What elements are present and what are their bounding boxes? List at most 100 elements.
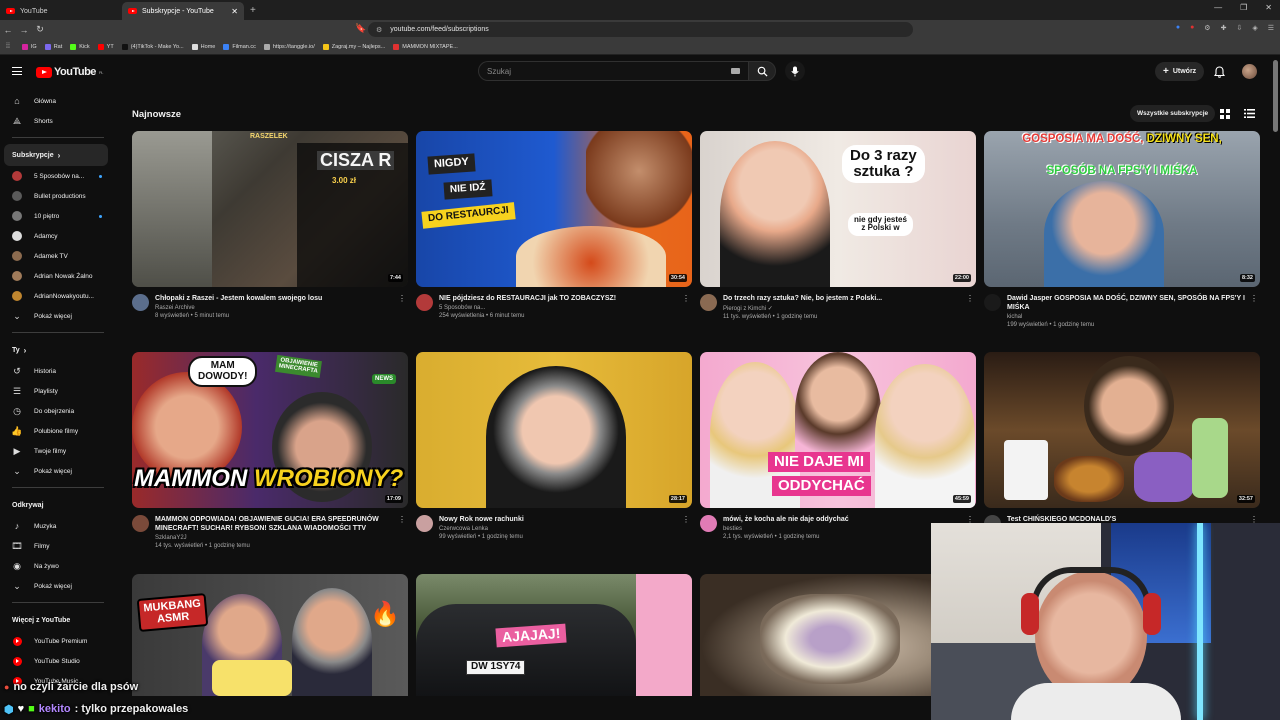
extensions-puzzle-icon[interactable]: ✚ xyxy=(1221,24,1227,32)
new-tab-button[interactable]: + xyxy=(250,5,256,16)
downloads-icon[interactable]: ⇩ xyxy=(1236,24,1242,32)
sidebar-item-shorts[interactable]: ⟁ Shorts xyxy=(0,111,116,131)
list-view-icon[interactable] xyxy=(1244,109,1255,118)
video-thumbnail[interactable]: MAM DOWODY! OBJAWIENIE MINECRAFTA NEWS MAM… xyxy=(132,352,408,508)
reload-icon[interactable]: ↻ xyxy=(32,24,48,35)
menu-icon[interactable]: ☰ xyxy=(1268,24,1274,32)
video-card[interactable]: RASZELEK CISZA R 3.00 zł 7:44 Chłopaki z… xyxy=(132,131,408,319)
video-card[interactable]: 32:57 Test CHIŃSKIEGO MCDONALD'S ⋮ xyxy=(984,352,1260,532)
sidebar-item-home[interactable]: ⌂ Główna xyxy=(0,91,116,111)
video-card[interactable]: 28:17 Nowy Rok nowe rachunki Czerwcowa L… xyxy=(416,352,692,540)
channel-avatar[interactable] xyxy=(700,515,717,532)
sidebar-item[interactable]: ♪ Muzyka xyxy=(0,516,116,536)
search-button[interactable] xyxy=(748,61,776,81)
bookmark-item[interactable]: Filman.cc xyxy=(223,43,256,50)
more-options-icon[interactable]: ⋮ xyxy=(682,515,690,524)
video-card[interactable]: GOSPOSIA MA DOŚĆ, DZIWNY SEN, SPOSÓB NA … xyxy=(984,131,1260,328)
channel-name[interactable]: Raszei Archive xyxy=(155,305,336,311)
bookmark-item[interactable]: IG xyxy=(21,43,37,50)
sidebar-item[interactable]: ◷ Do obejrzenia xyxy=(0,401,116,421)
bookmark-item[interactable]: Kick xyxy=(70,43,90,50)
scrollbar[interactable] xyxy=(1273,60,1278,132)
sidebar-item[interactable]: ☰ Playlisty xyxy=(0,381,116,401)
sidebar-item[interactable]: 👍 Polubione filmy xyxy=(0,421,116,441)
more-options-icon[interactable]: ⋮ xyxy=(682,294,690,303)
all-subscriptions-button[interactable]: Wszystkie subskrypcje xyxy=(1130,105,1216,122)
sidebar-item-subscriptions[interactable]: Subskrypcje › xyxy=(4,144,108,166)
sidebar-heading-you[interactable]: Ty › xyxy=(0,339,116,361)
bookmark-item[interactable]: Rat xyxy=(44,43,62,50)
more-options-icon[interactable]: ⋮ xyxy=(966,294,974,303)
extension-icon[interactable]: ⚙ xyxy=(1204,24,1210,32)
channel-avatar[interactable] xyxy=(132,294,149,311)
video-thumbnail[interactable]: NIGDY NIE IDŹ DO RESTAURCJI 30:54 xyxy=(416,131,692,287)
sidebar-item[interactable]: ⌄ Pokaż więcej xyxy=(0,461,116,481)
sidebar-item[interactable]: AdrianNowakyoutu... xyxy=(0,286,116,306)
video-title[interactable]: Chłopaki z Raszei - Jestem kowalem swoje… xyxy=(155,294,336,303)
search-input[interactable]: Szukaj xyxy=(478,61,748,81)
bookmark-icon[interactable]: 🔖 xyxy=(355,23,366,34)
browser-tab-youtube[interactable]: YouTube xyxy=(0,2,122,20)
bookmark-item[interactable]: (4)TikTok - Make Yo... xyxy=(121,43,184,50)
channel-avatar[interactable] xyxy=(132,515,149,532)
channel-name[interactable]: besties xyxy=(723,526,863,532)
back-icon[interactable]: ← xyxy=(0,25,16,35)
more-options-icon[interactable]: ⋮ xyxy=(398,294,406,303)
create-button[interactable]: + Utwórz xyxy=(1155,62,1205,81)
youtube-logo[interactable]: YouTube PL xyxy=(36,66,103,78)
video-title[interactable]: NIE pójdziesz do RESTAURACJI jak TO ZOBA… xyxy=(439,294,630,303)
channel-avatar[interactable] xyxy=(700,294,717,311)
notifications-button[interactable] xyxy=(1213,65,1226,83)
video-card[interactable]: MAM DOWODY! OBJAWIENIE MINECRAFTA NEWS MAM… xyxy=(132,352,408,549)
video-thumbnail[interactable]: GOSPOSIA MA DOŚĆ, DZIWNY SEN, SPOSÓB NA … xyxy=(984,131,1260,287)
more-options-icon[interactable]: ⋮ xyxy=(1250,294,1258,303)
grid-view-icon[interactable] xyxy=(1220,109,1230,119)
sidebar-item[interactable]: ↺ Historia xyxy=(0,361,116,381)
voice-search-button[interactable] xyxy=(785,61,805,81)
maximize-icon[interactable]: ❐ xyxy=(1240,3,1247,12)
video-thumbnail[interactable]: RASZELEK CISZA R 3.00 zł 7:44 xyxy=(132,131,408,287)
video-thumbnail[interactable]: 32:57 xyxy=(984,352,1260,508)
channel-avatar[interactable] xyxy=(416,515,433,532)
video-card[interactable]: NIE DAJE MI ODDYCHAĆ 45:59 mówi, że koch… xyxy=(700,352,976,540)
sidebar-item[interactable]: 🎞 Filmy xyxy=(0,536,116,556)
video-title[interactable]: mówi, że kocha ale nie daje oddychać xyxy=(723,515,863,524)
close-tab-icon[interactable]: ✕ xyxy=(231,7,238,16)
sidebar-item[interactable]: YouTube Premium xyxy=(0,631,116,651)
apps-grid-icon[interactable]: ⁞⁞ xyxy=(6,43,10,50)
bookmark-item[interactable]: Home xyxy=(191,43,215,50)
video-card[interactable]: Do 3 razy sztuka ? nie gdy jesteś z Polski… xyxy=(700,131,976,320)
channel-avatar[interactable] xyxy=(416,294,433,311)
video-title[interactable]: Do trzech razy sztuka? Nie, bo jestem z … xyxy=(723,294,896,303)
sidebar-item[interactable]: Adamek TV xyxy=(0,246,116,266)
channel-avatar[interactable] xyxy=(984,294,1001,311)
video-card[interactable]: NIGDY NIE IDŹ DO RESTAURCJI 30:54 NIE pó… xyxy=(416,131,692,319)
keyboard-icon[interactable] xyxy=(731,68,740,74)
sidebar-item[interactable]: 5 Sposobów na... xyxy=(0,166,116,186)
sidebar-item[interactable]: Adrian Nowak Żalno xyxy=(0,266,116,286)
sidebar-item-show-more-subs[interactable]: ⌄ Pokaż więcej xyxy=(0,306,116,326)
hamburger-menu-icon[interactable] xyxy=(12,67,22,75)
bookmark-item[interactable]: MAMMON MIXTAPE... xyxy=(393,43,458,50)
video-title[interactable]: Nowy Rok nowe rachunki xyxy=(439,515,538,524)
site-info-icon[interactable]: ⚙ xyxy=(376,26,382,34)
channel-name[interactable]: SzklanaY2J xyxy=(155,535,408,541)
extension-icon[interactable]: ● xyxy=(1176,24,1180,32)
more-options-icon[interactable]: ⋮ xyxy=(398,515,406,524)
minimize-icon[interactable]: — xyxy=(1214,3,1222,12)
bookmark-item[interactable]: https://tanggle.io/ xyxy=(263,43,315,50)
video-title[interactable]: Dawid Jasper GOSPOSIA MA DOŚĆ, DZIWNY SE… xyxy=(1007,294,1260,312)
channel-name[interactable]: 5 Sposobów na... xyxy=(439,305,630,311)
channel-name[interactable]: Czerwcowa Lenka xyxy=(439,526,538,532)
video-thumbnail[interactable]: 28:17 xyxy=(416,352,692,508)
video-thumbnail[interactable]: NIE DAJE MI ODDYCHAĆ 45:59 xyxy=(700,352,976,508)
browser-tab-subscriptions[interactable]: Subskrypcje - YouTube ✕ xyxy=(122,2,244,20)
close-window-icon[interactable]: ✕ xyxy=(1265,3,1272,12)
forward-icon[interactable]: → xyxy=(16,25,32,35)
account-avatar[interactable] xyxy=(1242,64,1257,79)
sidebar-item[interactable]: Adamcy xyxy=(0,226,116,246)
sidebar-item[interactable]: ▶ Twoje filmy xyxy=(0,441,116,461)
sidebar-item[interactable]: ◉ Na żywo xyxy=(0,556,116,576)
channel-name[interactable]: Pierogi z Kimchi ✓ xyxy=(723,305,896,312)
sidebar-item[interactable]: ⌄ Pokaż więcej xyxy=(0,576,116,596)
